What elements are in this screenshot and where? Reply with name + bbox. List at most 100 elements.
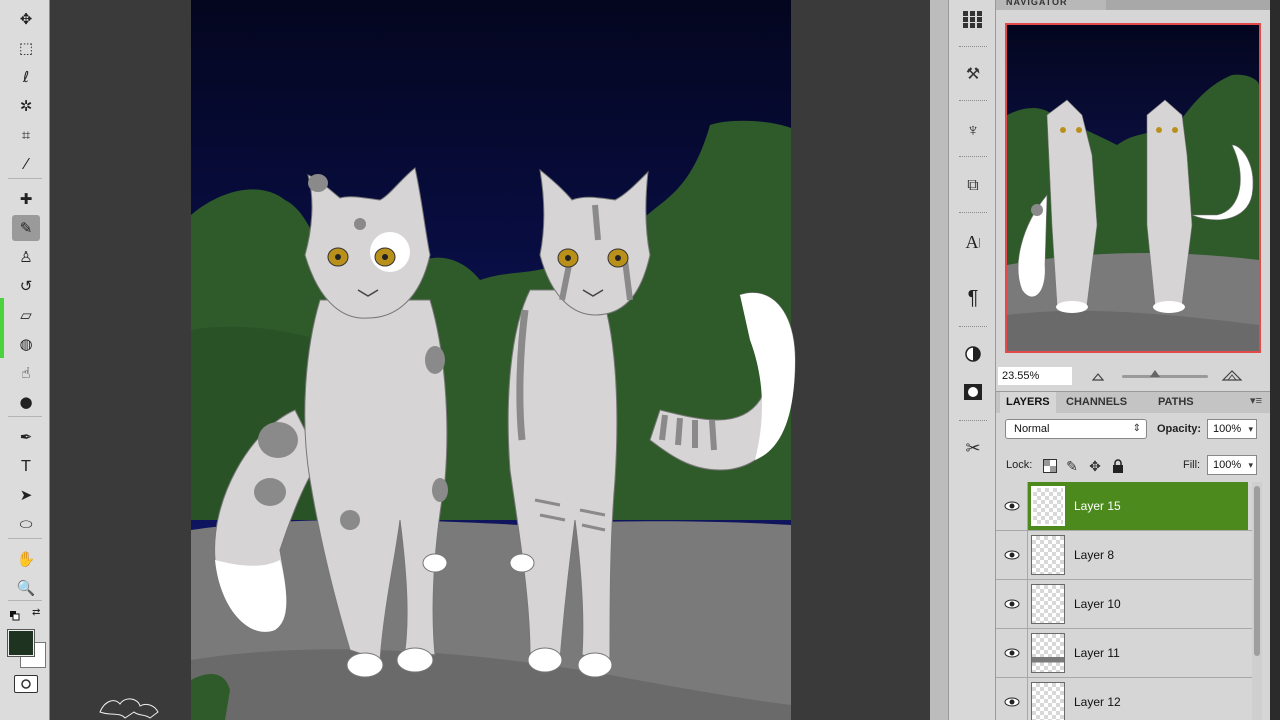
toolbar-divider [8, 538, 42, 539]
opacity-label: Opacity: [1157, 423, 1202, 435]
layer-list: Layer 15 Layer 8 Layer 10 Layer 11 Layer… [996, 482, 1258, 720]
select-arrows-icon: ⇕ [1132, 423, 1141, 434]
smudge-tool-icon[interactable]: ☝ [12, 360, 40, 386]
visibility-eye-icon[interactable] [996, 482, 1028, 530]
layers-scrollbar[interactable] [1252, 482, 1262, 720]
scrollbar-thumb[interactable] [1254, 486, 1260, 656]
dock-grip[interactable] [959, 46, 987, 51]
dodge-tool-icon[interactable]: ● [12, 389, 40, 415]
layer-row[interactable]: Layer 8 [996, 531, 1258, 580]
lock-label: Lock: [1006, 459, 1033, 471]
fill-field[interactable]: 100% ▾ [1207, 455, 1257, 475]
layer-thumbnail [1031, 486, 1065, 526]
layer-name[interactable]: Layer 10 [1074, 597, 1121, 611]
adjustments-icon[interactable]: ⚒ [959, 60, 987, 88]
layer-name[interactable]: Layer 11 [1074, 646, 1120, 660]
brush-tool-icon[interactable]: ✎ [12, 215, 40, 241]
visibility-eye-icon[interactable] [996, 531, 1028, 579]
blend-mode-select[interactable]: Normal ⇕ [1005, 419, 1147, 439]
navigator-controls: 23.55% [996, 364, 1270, 388]
eraser-tool-icon[interactable]: ▱ [12, 302, 40, 328]
tab-navigator[interactable]: NAVIGATOR [996, 0, 1106, 10]
masks-icon[interactable] [959, 378, 987, 406]
marquee-tool-icon[interactable]: ⬚ [12, 35, 40, 61]
adjustments-circle-icon[interactable] [959, 340, 987, 368]
quick-selection-tool-icon[interactable]: ✲ [12, 93, 40, 119]
dock-grip[interactable] [959, 212, 987, 217]
layer-name[interactable]: Layer 15 [1074, 499, 1121, 513]
layer-body[interactable]: Layer 8 [1028, 531, 1248, 579]
dock-grip[interactable] [959, 326, 987, 331]
dock-grip[interactable] [959, 100, 987, 105]
dropdown-arrow-icon[interactable]: ▾ [1248, 456, 1253, 474]
crop-tool-icon[interactable]: ⌗ [12, 122, 40, 148]
paragraph-icon[interactable]: ¶ [959, 284, 987, 312]
zoom-slider-track[interactable] [1122, 375, 1208, 378]
layer-body[interactable]: Layer 10 [1028, 580, 1248, 628]
zoom-slider-thumb[interactable] [1150, 370, 1160, 377]
zoom-out-icon[interactable] [1091, 369, 1105, 387]
layer-body[interactable]: Layer 15 [1028, 482, 1248, 530]
layer-thumbnail [1031, 535, 1065, 575]
toolbar-divider [8, 600, 42, 601]
panel-dock-icons: ⚒ ♆ ⧉ A | ¶ ✂ [948, 0, 996, 720]
blend-mode-value: Normal [1014, 423, 1050, 435]
paint-bucket-tool-icon[interactable]: ◍ [12, 331, 40, 357]
history-brush-tool-icon[interactable]: ↺ [12, 273, 40, 299]
canvas-scroll-edge [930, 0, 948, 720]
layer-row[interactable]: Layer 12 [996, 678, 1258, 720]
eyedropper-tool-icon[interactable]: ⁄ [12, 151, 40, 177]
pen-tool-icon[interactable]: ✒ [12, 424, 40, 450]
dropdown-arrow-icon[interactable]: ▾ [1248, 420, 1253, 438]
quick-mask-button[interactable] [14, 675, 38, 693]
layer-name[interactable]: Layer 8 [1074, 548, 1114, 562]
tab-channels[interactable]: CHANNELS [1060, 392, 1133, 413]
screen-edge [1270, 0, 1280, 720]
layer-body[interactable]: Layer 12 [1028, 678, 1248, 720]
hand-tool-icon[interactable]: ✋ [12, 546, 40, 572]
zoom-in-icon[interactable] [1221, 368, 1243, 387]
brush-presets-icon[interactable]: ♆ [959, 116, 987, 144]
clone-stamp-tool-icon[interactable]: ♙ [12, 244, 40, 270]
tab-paths[interactable]: PATHS [1152, 392, 1200, 413]
visibility-eye-icon[interactable] [996, 580, 1028, 628]
tool-presets-icon[interactable]: ✂ [959, 434, 987, 462]
dock-grip[interactable] [959, 420, 987, 425]
type-tool-icon[interactable]: T [12, 453, 40, 479]
lock-transparency-icon[interactable] [1042, 458, 1058, 474]
dock-grip[interactable] [959, 156, 987, 161]
layer-name[interactable]: Layer 12 [1074, 695, 1121, 709]
accent-strip [0, 298, 4, 358]
layer-row[interactable]: Layer 11 [996, 629, 1258, 678]
zoom-tool-icon[interactable]: 🔍 [12, 575, 40, 601]
navigator-preview[interactable] [1005, 23, 1261, 353]
layer-body[interactable]: Layer 11 [1028, 629, 1248, 677]
opacity-field[interactable]: 100% ▾ [1207, 419, 1257, 439]
swap-colors-icon[interactable]: ⇄ [32, 607, 40, 618]
clone-source-icon[interactable]: ⧉ [959, 172, 987, 200]
layer-row[interactable]: Layer 10 [996, 580, 1258, 629]
lasso-tool-icon[interactable]: ℓ [12, 64, 40, 90]
lock-position-icon[interactable]: ✥ [1087, 458, 1103, 474]
character-icon[interactable]: A | [959, 228, 987, 256]
path-selection-tool-icon[interactable]: ➤ [12, 482, 40, 508]
zoom-field[interactable]: 23.55% [998, 367, 1072, 385]
fill-label: Fill: [1183, 459, 1201, 471]
move-tool-icon[interactable]: ✥ [12, 6, 40, 32]
panel-menu-icon[interactable]: ▾≡ [1250, 394, 1262, 407]
healing-brush-tool-icon[interactable]: ✚ [12, 186, 40, 212]
ellipse-tool-icon[interactable]: ⬭ [12, 511, 40, 537]
toolbar-divider [8, 416, 42, 417]
layer-row[interactable]: Layer 15 [996, 482, 1258, 531]
tab-layers[interactable]: LAYERS [1000, 392, 1056, 413]
default-colors-icon[interactable] [10, 608, 20, 621]
document-canvas-area[interactable] [50, 0, 930, 720]
visibility-eye-icon[interactable] [996, 678, 1028, 720]
artwork-canvas[interactable] [50, 0, 930, 720]
layer-thumbnail [1031, 584, 1065, 624]
swatches-grid-icon[interactable] [959, 6, 987, 34]
lock-pixels-icon[interactable]: ✎ [1064, 458, 1080, 474]
visibility-eye-icon[interactable] [996, 629, 1028, 677]
lock-all-icon[interactable] [1110, 458, 1126, 474]
foreground-color-swatch[interactable] [7, 629, 35, 657]
